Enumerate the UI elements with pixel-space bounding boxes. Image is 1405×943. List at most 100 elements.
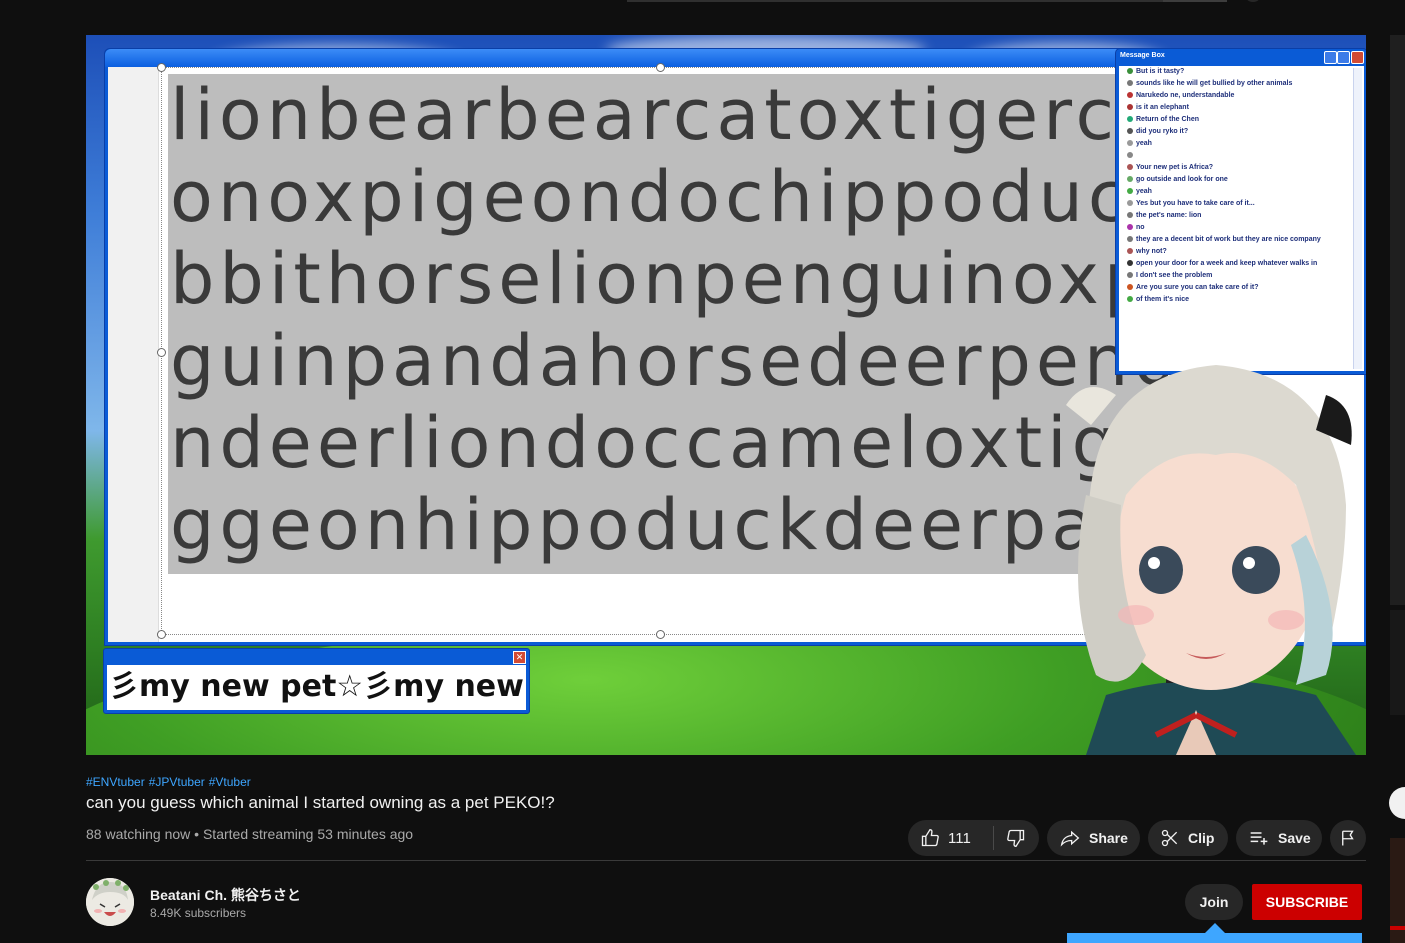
chat-message-text: yeah [1136,188,1152,195]
message-box-titlebar: Message Box [1116,49,1366,65]
message-box-title: Message Box [1120,52,1165,59]
video-player[interactable]: lionbearbearcatoxtigercatli onoxpigeondo… [86,35,1366,755]
chat-message: go outside and look for one [1127,174,1350,186]
chat-message-text: Are you sure you can take care of it? [1136,284,1259,291]
thumbs-up-icon [921,828,939,847]
chat-message: of them it's nice [1127,294,1350,306]
chat-message: Yes but you have to take care of it... [1127,198,1350,210]
subscribe-button[interactable]: SUBSCRIBE [1252,884,1362,920]
hashtag-link[interactable]: #ENVtuber [86,775,145,789]
channel-avatar[interactable] [86,878,134,926]
resize-handle [157,63,166,72]
like-button[interactable]: 111 [908,820,985,856]
masthead [0,0,1405,11]
chat-message-text: yeah [1136,140,1152,147]
clip-label: Clip [1188,830,1215,846]
ticker-window: ✕ 彡my new pet☆彡my new pe [103,648,530,714]
user-avatar-icon [1127,248,1133,255]
chevron-right-icon[interactable] [1389,787,1405,819]
chat-message: I don't see the problem [1127,270,1350,282]
chat-message-text: did you ryko it? [1136,128,1189,135]
chat-message [1127,150,1350,162]
chat-message: Narukedo ne, understandable [1127,90,1350,102]
share-button[interactable]: Share [1047,820,1140,856]
thumbs-down-icon [1007,829,1025,848]
user-avatar-icon [1127,188,1133,195]
join-button[interactable]: Join [1185,884,1243,920]
ticker-text: 彡my new pet☆彡my new pe [109,669,526,704]
chat-message-text: But is it tasty? [1136,68,1185,75]
report-button[interactable] [1330,820,1366,856]
chat-area: But is it tasty? sounds like he will get … [1119,66,1364,371]
close-icon [1351,51,1364,64]
resize-handle [157,348,166,357]
channel-name[interactable]: Beatani Ch. 熊谷ちさと [150,885,301,905]
chat-message-text: Your new pet is Africa? [1136,164,1214,171]
close-icon: ✕ [513,651,526,664]
avatar-icon [86,878,134,926]
chat-message: Your new pet is Africa? [1127,162,1350,174]
chat-message: Return of the Chen [1127,114,1350,126]
text-line: ggeonhippoduckdeerpanc [170,484,1168,566]
resize-handle [157,630,166,639]
user-avatar-icon [1127,92,1133,99]
chat-message-text: Narukedo ne, understandable [1136,92,1235,99]
text-line: onoxpigeondochippoduckra [170,156,1168,238]
progress-bar [1390,926,1405,930]
chat-message: the pet's name: lion [1127,210,1350,222]
vtuber-avatar-illustration [1066,365,1356,755]
user-avatar-icon [1127,104,1133,111]
chat-message-text: go outside and look for one [1136,176,1228,183]
user-avatar-icon [1127,152,1133,159]
dislike-button[interactable] [994,820,1039,856]
animal-text-block: lionbearbearcatoxtigercatli onoxpigeondo… [168,74,1168,574]
chat-message: open your door for a week and keep whate… [1127,258,1350,270]
user-avatar-icon [1127,296,1133,303]
clip-button[interactable]: Clip [1148,820,1228,856]
playlist-add-icon [1250,832,1268,845]
user-avatar-icon [1127,260,1133,267]
save-button[interactable]: Save [1236,820,1322,856]
share-label: Share [1089,830,1128,846]
share-icon [1060,830,1080,847]
user-avatar-icon [1127,236,1133,243]
like-dislike-group: 111 [908,820,1039,856]
save-label: Save [1278,830,1311,846]
subscriber-count: 8.49K subscribers [150,906,247,920]
chat-message-text: open your door for a week and keep whate… [1136,260,1318,267]
chat-message-text: is it an elephant [1136,104,1189,111]
resize-handle [656,63,665,72]
chat-message-text: of them it's nice [1136,296,1190,303]
user-avatar-icon [1127,128,1133,135]
user-avatar-icon [1127,68,1133,75]
hashtag-link[interactable]: #Vtuber [209,775,251,789]
user-avatar-icon [1127,212,1133,219]
chat-message: why not? [1127,246,1350,258]
user-avatar-icon [1127,176,1133,183]
chat-list: But is it tasty? sounds like he will get … [1127,66,1350,306]
chat-message: they are a decent bit of work but they a… [1127,234,1350,246]
chat-message-text: Yes but you have to take care of it... [1136,200,1255,207]
user-avatar-icon [1127,272,1133,279]
divider [86,860,1366,861]
chat-message-text: Return of the Chen [1136,116,1199,123]
chat-message: yeah [1127,186,1350,198]
chat-message-text: sounds like he will get bullied by other… [1136,80,1293,87]
chat-message: Are you sure you can take care of it? [1127,282,1350,294]
chat-message-text: the pet's name: lion [1136,212,1202,219]
tooltip-popup [1067,923,1362,943]
search-input[interactable] [627,0,1225,2]
voice-search-button[interactable] [1244,0,1262,2]
live-chat-panel-edge [1390,35,1405,605]
scissors-icon [1161,829,1178,847]
search-button[interactable] [1163,0,1227,2]
video-title: can you guess which animal I started own… [86,793,555,812]
sidebar-panel-edge [1390,610,1405,715]
chat-message: did you ryko it? [1127,126,1350,138]
like-count: 111 [948,829,971,847]
chat-message: yeah [1127,138,1350,150]
user-avatar-icon [1127,116,1133,123]
text-line: ndeerliondoccameloxtiger [170,402,1168,484]
hashtag-link[interactable]: #JPVtuber [149,775,205,789]
user-avatar-icon [1127,80,1133,87]
